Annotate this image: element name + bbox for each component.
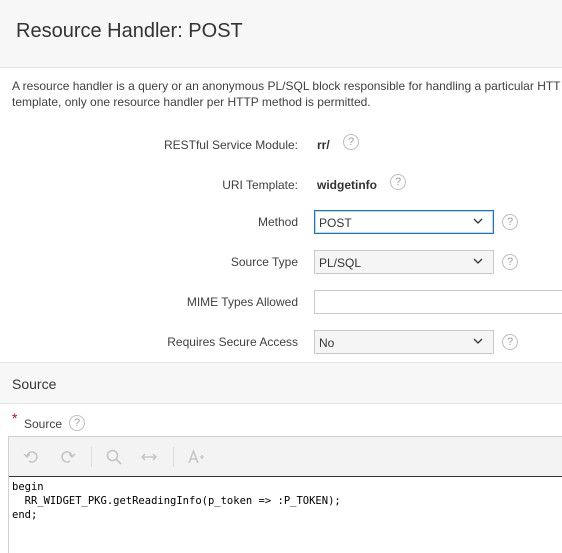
row-uri-template: URI Template: widgetinfo ?: [0, 172, 562, 202]
module-value: rr/: [317, 138, 330, 152]
chevron-down-icon: [473, 258, 483, 264]
font-size-icon[interactable]: [187, 448, 205, 466]
row-source-type: Source Type PL/SQL ?: [0, 250, 562, 280]
mime-types-input[interactable]: [314, 290, 562, 314]
source-type-select[interactable]: PL/SQL: [314, 250, 494, 274]
uri-template-label: URI Template:: [222, 178, 298, 192]
page-title: Resource Handler: POST: [16, 20, 243, 42]
source-type-label: Source Type: [230, 255, 298, 269]
method-select[interactable]: POST: [314, 210, 494, 234]
module-label: RESTful Service Module:: [163, 138, 298, 152]
replace-icon[interactable]: [140, 448, 158, 466]
row-mime-types: MIME Types Allowed: [0, 290, 562, 320]
chevron-down-icon: [473, 218, 483, 224]
method-label: Method: [257, 215, 298, 229]
secure-access-select[interactable]: No: [314, 330, 494, 354]
help-icon[interactable]: ?: [502, 214, 518, 230]
undo-icon[interactable]: [23, 448, 41, 466]
help-icon[interactable]: ?: [343, 134, 359, 150]
secure-access-select-value: No: [319, 336, 335, 350]
description-text: A resource handler is a query or an anon…: [12, 78, 562, 110]
source-type-select-value: PL/SQL: [319, 256, 362, 270]
chevron-down-icon: [473, 338, 483, 344]
toolbar-divider: [173, 447, 174, 467]
mime-types-label: MIME Types Allowed: [186, 295, 298, 309]
method-select-value: POST: [319, 216, 352, 230]
description-line-1: A resource handler is a query or an anon…: [12, 79, 561, 93]
source-field-label: Source: [24, 417, 63, 431]
code-editor[interactable]: begin RR_WIDGET_PKG.getReadingInfo(p_tok…: [8, 436, 562, 553]
secure-access-label: Requires Secure Access: [167, 335, 298, 349]
help-icon[interactable]: ?: [502, 254, 518, 270]
code-content[interactable]: begin RR_WIDGET_PKG.getReadingInfo(p_tok…: [12, 480, 341, 522]
row-method: Method POST ?: [0, 210, 562, 240]
page-header: Resource Handler: POST: [0, 0, 562, 68]
row-module: RESTful Service Module: rr/ ?: [0, 132, 562, 162]
uri-template-value: widgetinfo: [317, 178, 377, 192]
help-icon[interactable]: ?: [390, 174, 406, 190]
source-region-title: Source: [12, 376, 57, 392]
description-line-2: template, only one resource handler per …: [12, 95, 371, 109]
row-secure-access: Requires Secure Access No ?: [0, 330, 562, 360]
help-icon[interactable]: ?: [502, 334, 518, 350]
redo-icon[interactable]: [58, 448, 76, 466]
help-icon[interactable]: ?: [69, 415, 85, 431]
toolbar-divider: [91, 447, 92, 467]
source-region-header: Source: [0, 362, 562, 404]
editor-toolbar: [9, 437, 562, 477]
search-icon[interactable]: [105, 448, 123, 466]
required-indicator: *: [12, 410, 18, 426]
